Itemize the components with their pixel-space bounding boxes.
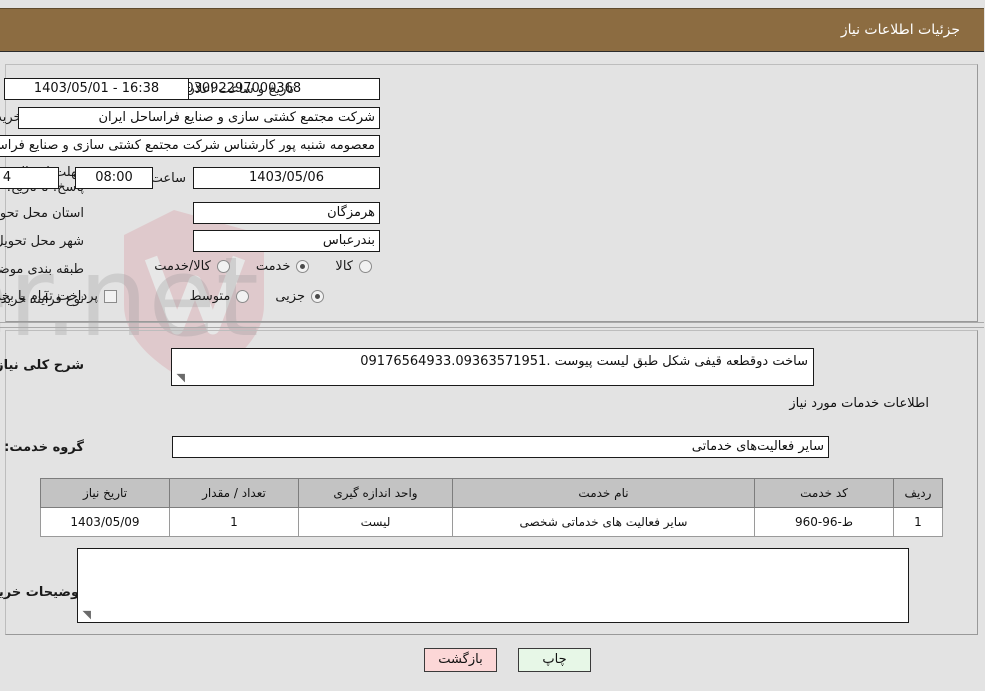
col-name: نام خدمت: [453, 478, 756, 508]
province-value: هرمزگان: [194, 202, 381, 224]
need-info-panel: [6, 64, 979, 322]
category-radio-icon-1[interactable]: [297, 260, 311, 273]
divider-top: [0, 322, 985, 323]
service-group-value: سایر فعالیت‌های خدماتی: [173, 436, 830, 458]
buyer-notes-label: توضیحات خریدار:: [0, 585, 85, 600]
deadline-time-value: 08:00: [76, 167, 154, 189]
resize-grip-icon-notes[interactable]: ◥: [82, 609, 92, 620]
back-button[interactable]: بازگشت: [425, 648, 498, 672]
category-option-0[interactable]: کالا: [336, 259, 373, 274]
cell-unit: لیست: [299, 507, 454, 537]
col-quantity: تعداد / مقدار: [170, 478, 300, 508]
category-option-label-0: کالا: [336, 259, 354, 274]
process-option-label-1: متوسط: [190, 289, 232, 304]
cell-index: 1: [894, 507, 944, 537]
city-label: شهر محل تحویل:: [0, 234, 85, 249]
category-option-label-1: خدمت: [256, 259, 292, 274]
category-radio-icon-2[interactable]: [217, 260, 231, 273]
process-option-label-0: جزیی: [276, 289, 306, 304]
resize-grip-icon[interactable]: ◥: [176, 372, 186, 383]
description-textarea[interactable]: ساخت دوقطعه قیفی شکل طبق لیست پیوست .091…: [172, 348, 815, 386]
treasury-checkbox[interactable]: [105, 290, 118, 303]
buyer-notes-textarea[interactable]: ◥: [78, 548, 910, 623]
city-value: بندرعباس: [194, 230, 381, 252]
requester-value: معصومه شنبه پور کارشناس شرکت مجتمع کشتی …: [0, 135, 381, 157]
services-section-title: اطلاعات خدمات مورد نیاز: [790, 396, 930, 411]
buyer-org-value: شرکت مجتمع کشتی سازی و صنایع فراساحل ایر…: [19, 107, 381, 129]
description-label: شرح کلی نیاز:: [0, 358, 85, 373]
service-group-label: گروه خدمت:: [5, 440, 85, 455]
category-radio-group[interactable]: کالا خدمت کالا/خدمت: [129, 259, 373, 274]
category-option-1[interactable]: خدمت: [257, 259, 311, 274]
col-unit: واحد اندازه گیری: [299, 478, 454, 508]
cell-name: سایر فعالیت های خدماتی شخصی: [453, 507, 756, 537]
description-value: ساخت دوقطعه قیفی شکل طبق لیست پیوست .091…: [361, 354, 809, 369]
services-table: ردیف کد خدمت نام خدمت واحد اندازه گیری ت…: [41, 478, 944, 537]
deadline-hour-label: ساعت: [151, 171, 187, 186]
process-option-0[interactable]: جزیی: [276, 289, 325, 304]
treasury-checkbox-label: پرداخت تمام یا بخشی از مبلغ خرید،از محل …: [0, 289, 99, 304]
deadline-date-value: 1403/05/06: [194, 167, 381, 189]
page-header-bar: جزئیات اطلاعات نیاز: [0, 8, 985, 52]
process-radio-icon-0[interactable]: [312, 290, 325, 303]
cell-code: ط-96-960: [755, 507, 895, 537]
col-code: کد خدمت: [755, 478, 895, 508]
col-index: ردیف: [894, 478, 944, 508]
process-radio-icon-1[interactable]: [237, 290, 251, 303]
table-header-row: ردیف کد خدمت نام خدمت واحد اندازه گیری ت…: [41, 478, 944, 508]
page-title: جزئیات اطلاعات نیاز: [841, 22, 961, 38]
province-label: استان محل تحویل:: [0, 206, 85, 221]
cell-date: 1403/05/09: [41, 507, 171, 537]
category-radio-icon-0[interactable]: [360, 260, 373, 273]
process-option-1[interactable]: متوسط: [190, 289, 251, 304]
remaining-days-value: 4: [0, 167, 60, 189]
category-label: طبقه بندی موضوعی:: [0, 262, 85, 277]
category-option-2[interactable]: کالا/خدمت: [155, 259, 231, 274]
public-announce-value: 16:38 - 1403/05/01: [5, 78, 190, 100]
category-option-label-2: کالا/خدمت: [155, 259, 212, 274]
col-date: تاریخ نیاز: [41, 478, 171, 508]
treasury-checkbox-wrap[interactable]: پرداخت تمام یا بخشی از مبلغ خرید،از محل …: [0, 289, 118, 304]
table-row: 1 ط-96-960 سایر فعالیت های خدماتی شخصی لیست…: [41, 507, 944, 537]
process-radio-group[interactable]: جزیی متوسط: [164, 289, 325, 304]
divider-top-2: [0, 327, 985, 328]
print-button[interactable]: چاپ: [519, 648, 592, 672]
cell-quantity: 1: [170, 507, 300, 537]
